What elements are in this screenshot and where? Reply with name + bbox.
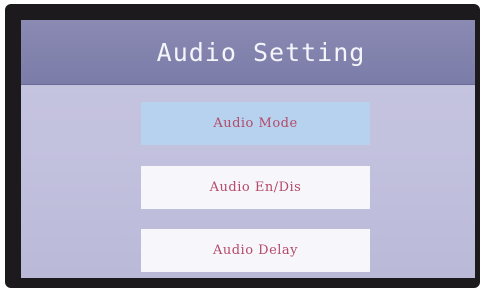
- audio-delay-button[interactable]: Audio Delay: [141, 229, 370, 272]
- audio-mode-button[interactable]: Audio Mode: [141, 102, 370, 145]
- audio-en-dis-label: Audio En/Dis: [209, 180, 302, 195]
- audio-mode-label: Audio Mode: [213, 116, 298, 131]
- lcd-screen: Audio Setting Audio Mode Audio En/Dis Au…: [21, 20, 475, 278]
- page-title: Audio Setting: [156, 37, 366, 67]
- title-bar: Audio Setting: [21, 20, 475, 85]
- device-bezel: Audio Setting Audio Mode Audio En/Dis Au…: [5, 4, 480, 288]
- audio-en-dis-button[interactable]: Audio En/Dis: [141, 166, 370, 209]
- audio-delay-label: Audio Delay: [212, 243, 299, 258]
